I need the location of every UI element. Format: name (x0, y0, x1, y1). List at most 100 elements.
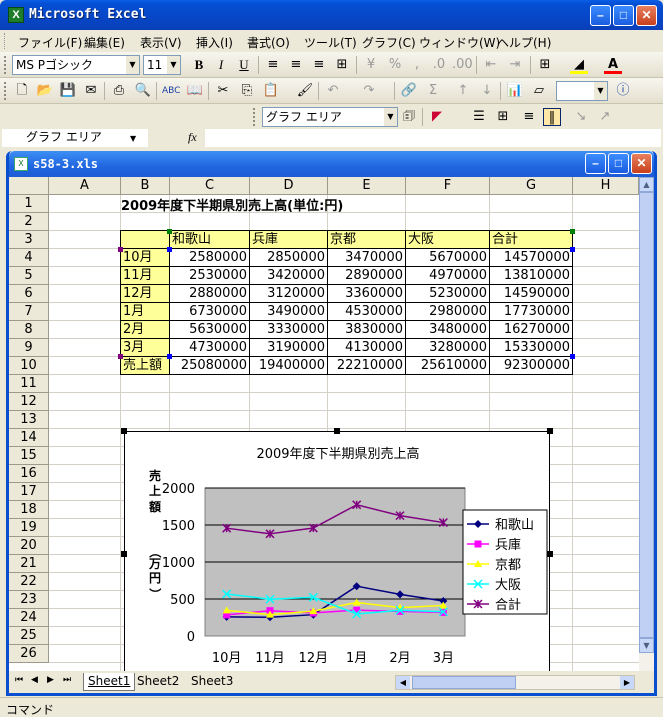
x-tick-label[interactable]: 2月 (389, 651, 410, 666)
y-tick-label[interactable]: 1000 (162, 556, 195, 571)
row-header-16[interactable]: 16 (9, 465, 49, 483)
row-label-cell[interactable]: 2月 (120, 320, 170, 339)
fill-color-icon[interactable]: ◢ (570, 56, 588, 74)
row-header-10[interactable]: 10 (9, 357, 49, 375)
minimize-button[interactable]: – (590, 5, 611, 26)
menu-insert[interactable]: 挿入(I) (196, 34, 233, 51)
value-cell[interactable]: 14590000 (489, 284, 573, 303)
align-right-icon[interactable]: ≡ (310, 56, 328, 74)
column-header-g[interactable]: G (490, 177, 573, 195)
redo-icon[interactable]: ↷ (360, 82, 378, 100)
value-cell[interactable]: 2580000 (169, 248, 250, 267)
value-cell[interactable]: 17730000 (489, 302, 573, 321)
value-cell[interactable]: 3470000 (327, 248, 406, 267)
legend-label[interactable]: 和歌山 (495, 518, 534, 533)
autosum-icon[interactable]: Σ (424, 82, 442, 100)
angle-text-down-icon[interactable]: ↘ (572, 108, 590, 126)
menu-edit[interactable]: 編集(E) (84, 34, 125, 51)
column-header-e[interactable]: E (328, 177, 406, 195)
total-value-cell[interactable]: 92300000 (489, 356, 573, 375)
line-chart[interactable]: 2009年度下半期県別売上高 0 500 1000 1500 2000 10月 11月 12月 1… (125, 432, 551, 671)
font-color-icon[interactable]: A (604, 56, 622, 74)
value-cell[interactable]: 4970000 (405, 266, 490, 285)
x-tick-label[interactable]: 12月 (299, 651, 329, 666)
sort-ascending-icon[interactable]: ↑ (454, 82, 472, 100)
value-cell[interactable]: 2880000 (169, 284, 250, 303)
legend-icon[interactable]: ☰ (470, 108, 488, 126)
row-label-cell[interactable]: 1月 (120, 302, 170, 321)
chart-resize-handle[interactable] (121, 428, 127, 434)
row-header-1[interactable]: 1 (9, 195, 49, 213)
embedded-chart[interactable]: 2009年度下半期県別売上高 0 500 1000 1500 2000 10月 11月 12月 1… (124, 431, 550, 671)
new-icon[interactable]: 🗋 (13, 82, 31, 100)
workbook-icon[interactable]: X (14, 157, 28, 171)
cell-b3[interactable] (120, 230, 170, 249)
scroll-up-icon[interactable]: ▲ (639, 177, 654, 192)
column-label-cell[interactable]: 京都 (327, 230, 406, 249)
row-header-23[interactable]: 23 (9, 591, 49, 609)
last-sheet-icon[interactable]: ⏭ (63, 675, 71, 685)
menu-format[interactable]: 書式(O) (247, 34, 290, 51)
help-icon[interactable]: ⓘ (614, 82, 632, 100)
tab-sheet2[interactable]: Sheet2 (133, 673, 183, 691)
horizontal-scrollbar[interactable]: ◀ ▶ (395, 675, 635, 690)
row-header-6[interactable]: 6 (9, 285, 49, 303)
value-cell[interactable]: 5230000 (405, 284, 490, 303)
row-header-11[interactable]: 11 (9, 375, 49, 393)
column-header-f[interactable]: F (406, 177, 490, 195)
by-row-icon[interactable]: ≡ (520, 108, 538, 126)
percent-icon[interactable]: % (386, 56, 404, 74)
column-header-d[interactable]: D (250, 177, 328, 195)
column-header-b[interactable]: B (121, 177, 170, 195)
increase-indent-icon[interactable]: ⇥ (506, 56, 524, 74)
format-painter-icon[interactable]: 🖌 (296, 82, 314, 100)
value-cell[interactable]: 6730000 (169, 302, 250, 321)
row-header-22[interactable]: 22 (9, 573, 49, 591)
x-tick-label[interactable]: 3月 (433, 651, 454, 666)
data-table-icon[interactable]: ⊞ (494, 108, 512, 126)
comma-icon[interactable]: , (408, 56, 426, 74)
menu-chart[interactable]: グラフ(C) (362, 34, 416, 51)
format-chart-area-icon[interactable]: 🗊 (400, 108, 418, 126)
vertical-scrollbar[interactable]: ▲ ▼ (639, 177, 654, 671)
y-tick-label[interactable]: 1500 (162, 519, 195, 534)
range-handle[interactable] (118, 354, 123, 359)
drawing-icon[interactable]: ▱ (530, 82, 548, 100)
chart-resize-handle[interactable] (121, 551, 127, 557)
row-header-9[interactable]: 9 (9, 339, 49, 357)
hyperlink-icon[interactable]: 🔗 (400, 82, 418, 100)
y-tick-label[interactable]: 500 (170, 593, 195, 608)
chart-resize-handle[interactable] (334, 428, 340, 434)
row-header-13[interactable]: 13 (9, 411, 49, 429)
row-header-25[interactable]: 25 (9, 627, 49, 645)
x-tick-label[interactable]: 1月 (346, 651, 367, 666)
scroll-left-icon[interactable]: ◀ (396, 676, 410, 689)
underline-icon[interactable]: U (235, 56, 253, 74)
column-label-cell[interactable]: 合計 (489, 230, 573, 249)
range-handle[interactable] (167, 354, 172, 359)
chart-objects-combo[interactable]: グラフ エリア ▼ (262, 107, 398, 127)
merge-center-icon[interactable]: ⊞ (333, 56, 351, 74)
range-handle[interactable] (570, 247, 575, 252)
value-cell[interactable]: 2530000 (169, 266, 250, 285)
align-center-icon[interactable]: ≡ (287, 56, 305, 74)
chart-wizard-icon[interactable]: 📊 (506, 82, 524, 100)
decrease-indent-icon[interactable]: ⇤ (482, 56, 500, 74)
value-cell[interactable]: 5670000 (405, 248, 490, 267)
menu-help[interactable]: ヘルプ(H) (497, 34, 551, 51)
currency-icon[interactable]: ¥ (362, 56, 380, 74)
y-axis-label-char[interactable]: 額 (148, 499, 161, 514)
value-cell[interactable]: 4530000 (327, 302, 406, 321)
workbook-maximize-button[interactable]: □ (608, 153, 629, 174)
maximize-button[interactable]: □ (613, 5, 634, 26)
row-header-24[interactable]: 24 (9, 609, 49, 627)
by-column-icon[interactable]: ‖ (543, 108, 561, 126)
sheet-title[interactable]: 2009年度下半期県別売上高(単位:円) (121, 195, 343, 214)
row-header-14[interactable]: 14 (9, 429, 49, 447)
y-axis-label-char[interactable]: 上 (149, 483, 161, 498)
chevron-down-icon[interactable]: ▼ (167, 56, 180, 74)
range-handle[interactable] (167, 229, 172, 234)
formula-input[interactable] (205, 129, 661, 147)
row-label-cell[interactable]: 3月 (120, 338, 170, 357)
copy-icon[interactable]: ⎘ (238, 82, 256, 100)
